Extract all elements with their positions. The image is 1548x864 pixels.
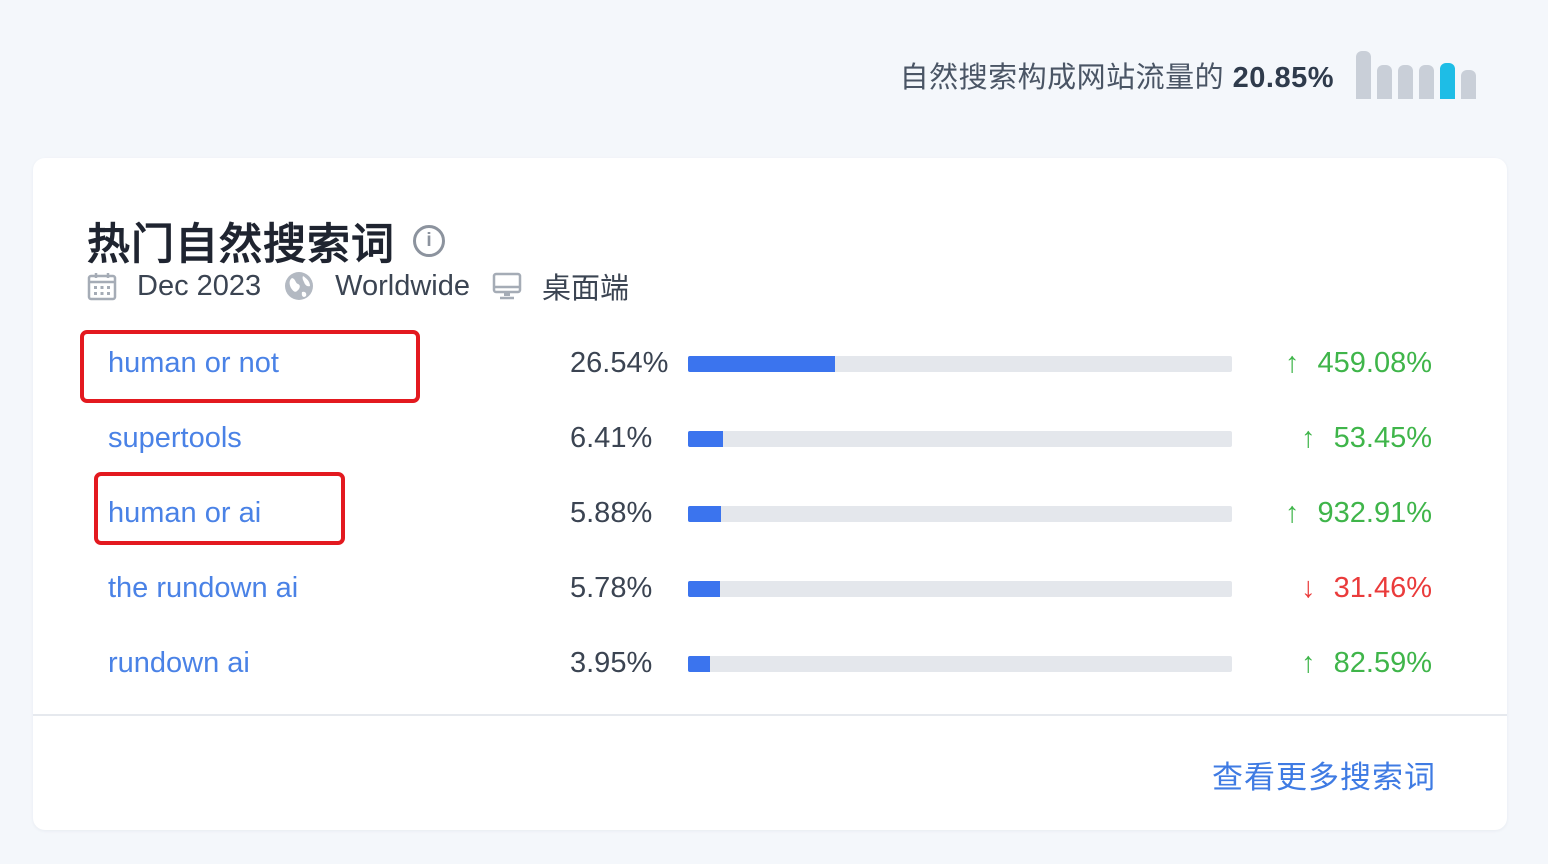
info-icon[interactable]: i	[413, 225, 445, 257]
traffic-share: 26.54%	[570, 347, 669, 379]
share-bar-fill	[688, 505, 721, 522]
summary-text: 自然搜索构成网站流量的 20.85%	[900, 54, 1334, 96]
mini-bar	[1461, 70, 1476, 99]
change-percent: 932.91%	[1317, 497, 1433, 529]
keyword-row: the rundown ai 5.78% ↓ 31.46%	[33, 551, 1507, 626]
device-label: 桌面端	[542, 273, 630, 305]
change-value: ↑ 82.59%	[1301, 647, 1432, 680]
share-bar-fill	[688, 355, 835, 372]
calendar-icon	[87, 271, 117, 301]
traffic-share: 5.78%	[570, 572, 653, 604]
share-bar-track	[688, 655, 1232, 672]
traffic-share: 6.41%	[570, 422, 653, 454]
summary-value: 20.85%	[1232, 62, 1334, 94]
card-header: 热门自然搜索词 i	[87, 210, 445, 272]
share-bar-track	[688, 430, 1232, 447]
change-value: ↓ 31.46%	[1301, 572, 1432, 605]
share-bar-track	[688, 355, 1232, 372]
change-percent: 82.59%	[1333, 647, 1432, 679]
change-value: ↑ 932.91%	[1285, 497, 1432, 530]
keyword-row: human or ai 5.88% ↑ 932.91%	[33, 476, 1507, 551]
card-meta: Dec 2023 Worldwide 桌面端	[87, 266, 651, 306]
top-organic-keywords-card: 热门自然搜索词 i Dec 2023 Worldwide 桌面端 human o…	[33, 158, 1507, 830]
arrow-up-icon: ↑	[1301, 647, 1316, 679]
globe-icon	[283, 270, 315, 302]
keyword-link[interactable]: supertools	[108, 422, 242, 455]
change-value: ↑ 459.08%	[1285, 347, 1432, 380]
mini-bar	[1377, 65, 1392, 99]
region-label: Worldwide	[335, 269, 471, 302]
keyword-list: human or not 26.54% ↑ 459.08% supertools 6.41…	[33, 326, 1507, 701]
share-bar-fill	[688, 430, 724, 447]
keyword-link[interactable]: human or not	[108, 347, 279, 380]
share-bar-fill	[688, 655, 710, 672]
arrow-up-icon: ↑	[1285, 497, 1300, 529]
desktop-icon	[492, 271, 522, 301]
keyword-link[interactable]: rundown ai	[108, 647, 250, 680]
date-label: Dec 2023	[137, 269, 262, 302]
keyword-link[interactable]: human or ai	[108, 497, 261, 530]
organic-traffic-summary: 自然搜索构成网站流量的 20.85%	[900, 50, 1476, 100]
change-percent: 459.08%	[1317, 347, 1433, 379]
mini-bar	[1398, 65, 1413, 99]
view-more-keywords-link[interactable]: 查看更多搜索词	[1212, 752, 1436, 797]
traffic-share: 3.95%	[570, 647, 653, 679]
share-bar-track	[688, 580, 1232, 597]
share-bar-track	[688, 505, 1232, 522]
keyword-link[interactable]: the rundown ai	[108, 572, 298, 605]
arrow-down-icon: ↓	[1301, 572, 1316, 604]
mini-bar-chart	[1356, 51, 1476, 99]
keyword-row: supertools 6.41% ↑ 53.45%	[33, 401, 1507, 476]
summary-prefix: 自然搜索构成网站流量的	[899, 62, 1225, 94]
change-value: ↑ 53.45%	[1301, 422, 1432, 455]
keyword-row: rundown ai 3.95% ↑ 82.59%	[33, 626, 1507, 701]
share-bar-fill	[688, 580, 720, 597]
card-title: 热门自然搜索词	[87, 221, 395, 269]
arrow-up-icon: ↑	[1285, 347, 1300, 379]
mini-bar	[1440, 63, 1455, 99]
change-percent: 53.45%	[1333, 422, 1432, 454]
divider	[33, 714, 1507, 716]
arrow-up-icon: ↑	[1301, 422, 1316, 454]
keyword-row: human or not 26.54% ↑ 459.08%	[33, 326, 1507, 401]
mini-bar	[1356, 51, 1371, 99]
traffic-share: 5.88%	[570, 497, 653, 529]
change-percent: 31.46%	[1333, 572, 1432, 604]
mini-bar	[1419, 65, 1434, 99]
